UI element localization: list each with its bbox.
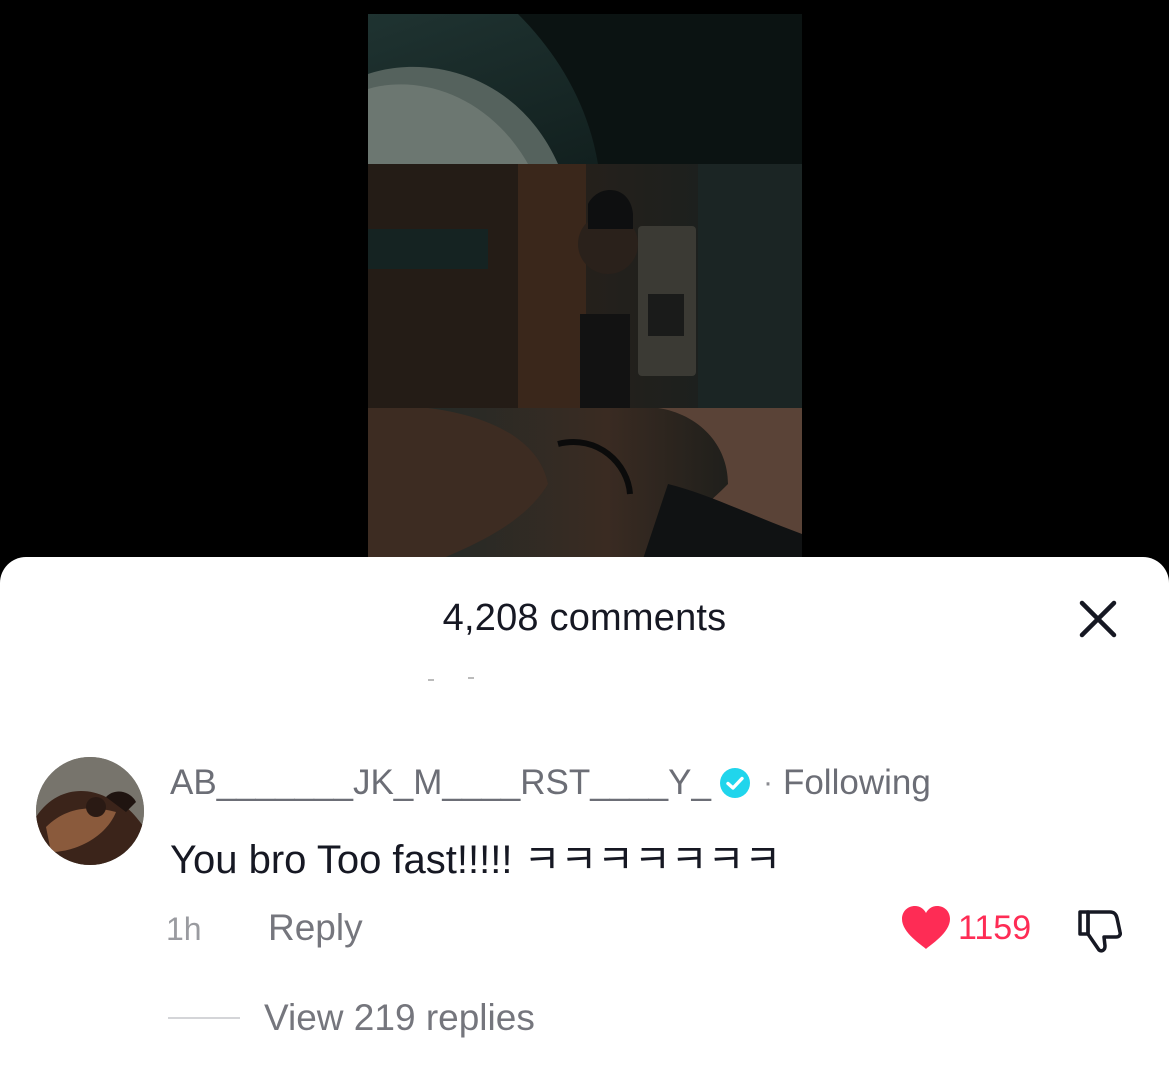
verified-badge-icon: [719, 768, 750, 798]
comment-header: AB_______JK_M____RST____Y_ · Following: [170, 761, 931, 805]
separator-dot: ·: [762, 766, 773, 799]
like-count: 1159: [958, 908, 1032, 947]
comment-text: You bro Too fast!!!!! ㅋㅋㅋㅋㅋㅋㅋ: [170, 838, 782, 882]
replies-divider-line: [168, 1017, 240, 1019]
dislike-button[interactable]: [1074, 906, 1124, 956]
comments-count-title: 4,208 comments: [442, 597, 727, 639]
following-label: Following: [782, 763, 931, 802]
close-icon: [1079, 600, 1117, 638]
view-replies-button[interactable]: View 219 replies: [168, 997, 535, 1039]
avatar-image: [36, 757, 144, 865]
heart-icon: [902, 906, 950, 949]
username[interactable]: AB_______JK_M____RST____Y_: [170, 763, 711, 803]
comment-timestamp: 1h: [166, 911, 202, 947]
divider-marks: [428, 677, 474, 681]
thumbs-down-icon: [1078, 910, 1122, 953]
video-frame-image: [368, 14, 802, 574]
view-replies-label: View 219 replies: [264, 997, 535, 1038]
like-button[interactable]: 1159: [900, 905, 1031, 951]
video-player[interactable]: [368, 14, 802, 574]
comments-sheet: 4,208 comments AB_______JK_M____RST____Y…: [0, 557, 1169, 1089]
close-button[interactable]: [1074, 599, 1122, 643]
screen: 4,208 comments AB_______JK_M____RST____Y…: [0, 0, 1169, 1089]
avatar[interactable]: [36, 757, 144, 865]
reply-button[interactable]: Reply: [268, 907, 363, 949]
